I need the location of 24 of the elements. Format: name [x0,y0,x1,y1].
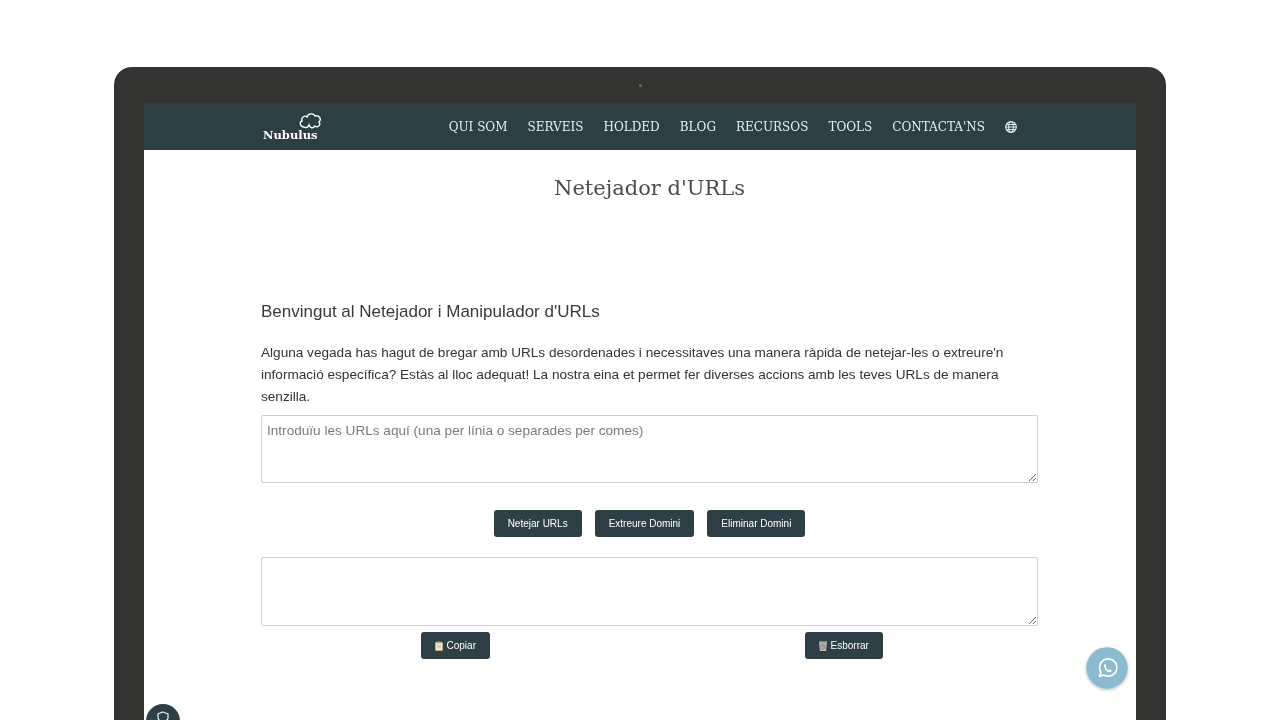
shield-icon[interactable] [146,704,180,720]
copy-button[interactable]: Copiar [420,632,490,659]
globe-icon[interactable] [1005,120,1017,133]
nav-link[interactable]: RECURSOS [735,118,809,135]
clipboard-icon [434,640,443,651]
action-button[interactable]: Extreure Domini [594,510,695,537]
intro-text: Alguna vegada has hagut de bregar amb URLs desordenades i necessitaves una manera ràpida de netejar-les o extreure'n informació específica? Estàs al lloc adequat! La nostra eina et permet fer diverses accions amb les teves URLs de manera senzilla. [261,344,1005,406]
intro-heading: Benvingut al Netejador i Manipulador d'URLs [261,301,601,323]
wastebasket-icon [818,640,827,651]
action-button[interactable]: Netejar URLs [493,510,582,537]
clear-button[interactable]: Esborrar [804,632,883,659]
cloud-icon [298,111,323,129]
output-field[interactable] [261,557,1038,626]
camera-dot-icon [638,83,642,87]
brand-name[interactable]: Nubulus [263,128,318,142]
page-title: Netejador d'URLs [553,175,746,202]
nav-link[interactable]: TOOLS [828,118,873,135]
nav-link[interactable]: SERVEIS [527,118,584,135]
url-input-field[interactable]: Introduïu les URLs aquí (una per línia o separades per comes) [261,415,1038,483]
nav-link[interactable]: QUI SOM [448,118,508,135]
nav-link[interactable]: BLOG [679,118,716,135]
action-button[interactable]: Eliminar Domini [707,510,806,537]
nav-link[interactable]: CONTACTA'NS [892,118,985,135]
nav-link[interactable]: HOLDED [603,118,660,135]
